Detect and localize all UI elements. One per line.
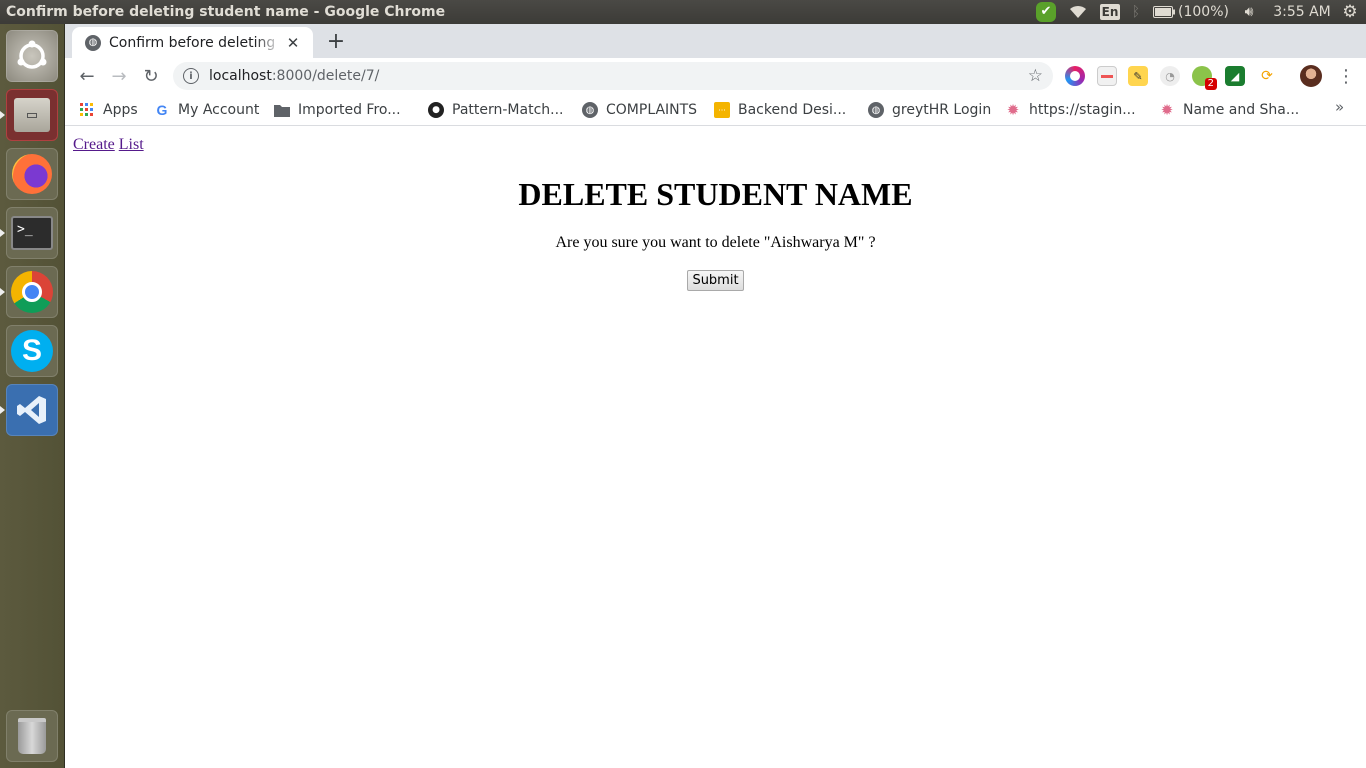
forward-button[interactable]: → xyxy=(106,63,132,89)
folder-icon xyxy=(274,102,290,118)
tab-title: Confirm before deleting student name xyxy=(109,34,281,51)
page-title: DELETE STUDENT NAME xyxy=(518,176,913,212)
bookmark-staging[interactable]: ✹ https://stagin... xyxy=(1005,98,1136,122)
tab-strip: ◍ Confirm before deleting student name ✕… xyxy=(65,24,1366,58)
extension-speed-icon[interactable]: ⟳ xyxy=(1257,66,1277,86)
page-nav: Create List xyxy=(73,136,148,154)
terminal-icon[interactable]: >_ xyxy=(6,207,58,259)
vscode-icon[interactable] xyxy=(6,384,58,436)
toolbar: ← → ↻ i localhost:8000/delete/7/ ☆ ✎ ◔ 2… xyxy=(65,58,1366,94)
gear-pink-icon: ✹ xyxy=(1006,101,1020,119)
back-button[interactable]: ← xyxy=(74,63,100,89)
extension-chart-icon[interactable]: ◢ xyxy=(1225,66,1245,86)
launcher: >_ S xyxy=(0,24,65,768)
apps-grid-icon xyxy=(79,102,95,118)
address-bar[interactable]: i localhost:8000/delete/7/ ☆ xyxy=(173,62,1053,90)
submit-button[interactable]: Submit xyxy=(687,270,744,291)
globe-icon: ◍ xyxy=(85,34,101,51)
google-g-icon: G xyxy=(156,102,168,118)
tab-active[interactable]: ◍ Confirm before deleting student name ✕ xyxy=(72,27,313,58)
chrome-menu-icon[interactable]: ⋮ xyxy=(1333,63,1359,89)
extension-timer-icon[interactable]: ◔ xyxy=(1160,66,1180,86)
info-icon[interactable]: i xyxy=(183,68,199,84)
extension-badge: 2 xyxy=(1204,78,1217,90)
extension-color-icon[interactable] xyxy=(1065,66,1085,86)
bookmark-complaints[interactable]: ◍ COMPLAINTS xyxy=(582,98,697,122)
chrome-icon[interactable] xyxy=(6,266,58,318)
extension-bulb-icon[interactable]: 2 xyxy=(1192,66,1217,90)
page-content: Create List DELETE STUDENT NAME Are you s… xyxy=(65,127,1366,768)
firefox-icon[interactable] xyxy=(6,148,58,200)
trash-icon[interactable] xyxy=(6,710,58,762)
close-icon[interactable]: ✕ xyxy=(285,34,301,52)
update-check-icon[interactable]: ✔ xyxy=(1035,0,1057,24)
bookmark-my-account[interactable]: G My Account xyxy=(154,98,260,122)
ubuntu-dash-icon[interactable] xyxy=(6,30,58,82)
keyboard-layout-indicator[interactable]: En xyxy=(1099,0,1121,24)
battery-icon xyxy=(1153,6,1176,18)
avatar[interactable] xyxy=(1300,65,1322,87)
system-gear-icon[interactable]: ⚙ xyxy=(1338,0,1362,24)
bluetooth-icon[interactable]: ᛒ xyxy=(1128,0,1144,24)
slides-icon: ··· xyxy=(714,102,730,118)
bookmark-name-and-sha[interactable]: ✹ Name and Sha... xyxy=(1159,98,1300,122)
battery-percent: (100%) xyxy=(1178,4,1229,20)
clock[interactable]: 3:55 AM xyxy=(1270,0,1334,24)
bookmark-star-icon[interactable]: ☆ xyxy=(1028,66,1043,86)
new-tab-button[interactable]: + xyxy=(323,28,349,54)
bookmark-imported-folder[interactable]: Imported Fro... xyxy=(274,98,401,122)
extension-calendar-icon[interactable] xyxy=(1097,66,1117,86)
create-link[interactable]: Create xyxy=(73,136,115,153)
wifi-icon[interactable] xyxy=(1066,0,1090,24)
bookmark-apps[interactable]: Apps xyxy=(79,98,138,122)
skype-icon[interactable]: S xyxy=(6,325,58,377)
top-panel: Confirm before deleting student name - G… xyxy=(0,0,1366,24)
window-title: Confirm before deleting student name - G… xyxy=(6,4,446,20)
globe-icon: ◍ xyxy=(868,102,884,118)
confirm-message: Are you sure you want to delete "Aishwar… xyxy=(555,234,876,251)
files-icon[interactable] xyxy=(6,89,58,141)
github-icon: ● xyxy=(428,102,444,118)
bookmarks-overflow-icon[interactable]: » xyxy=(1335,98,1344,116)
bookmark-backend-design[interactable]: ··· Backend Desi... xyxy=(714,98,846,122)
reload-button[interactable]: ↻ xyxy=(138,63,164,89)
globe-icon: ◍ xyxy=(582,102,598,118)
volume-icon[interactable]: 🔊︎ xyxy=(1237,0,1261,24)
bookmark-greythr[interactable]: ◍ greytHR Login xyxy=(868,98,991,122)
list-link[interactable]: List xyxy=(119,136,144,153)
gear-pink-icon: ✹ xyxy=(1160,101,1174,119)
chrome-window: ◍ Confirm before deleting student name ✕… xyxy=(65,24,1366,768)
battery-indicator[interactable]: (100%) xyxy=(1152,0,1230,24)
extension-note-icon[interactable]: ✎ xyxy=(1128,66,1148,86)
bookmarks-bar: Apps G My Account Imported Fro... ● Patt… xyxy=(65,94,1366,126)
bookmark-pattern-match[interactable]: ● Pattern-Match... xyxy=(428,98,564,122)
url-text[interactable]: localhost:8000/delete/7/ xyxy=(209,68,379,84)
